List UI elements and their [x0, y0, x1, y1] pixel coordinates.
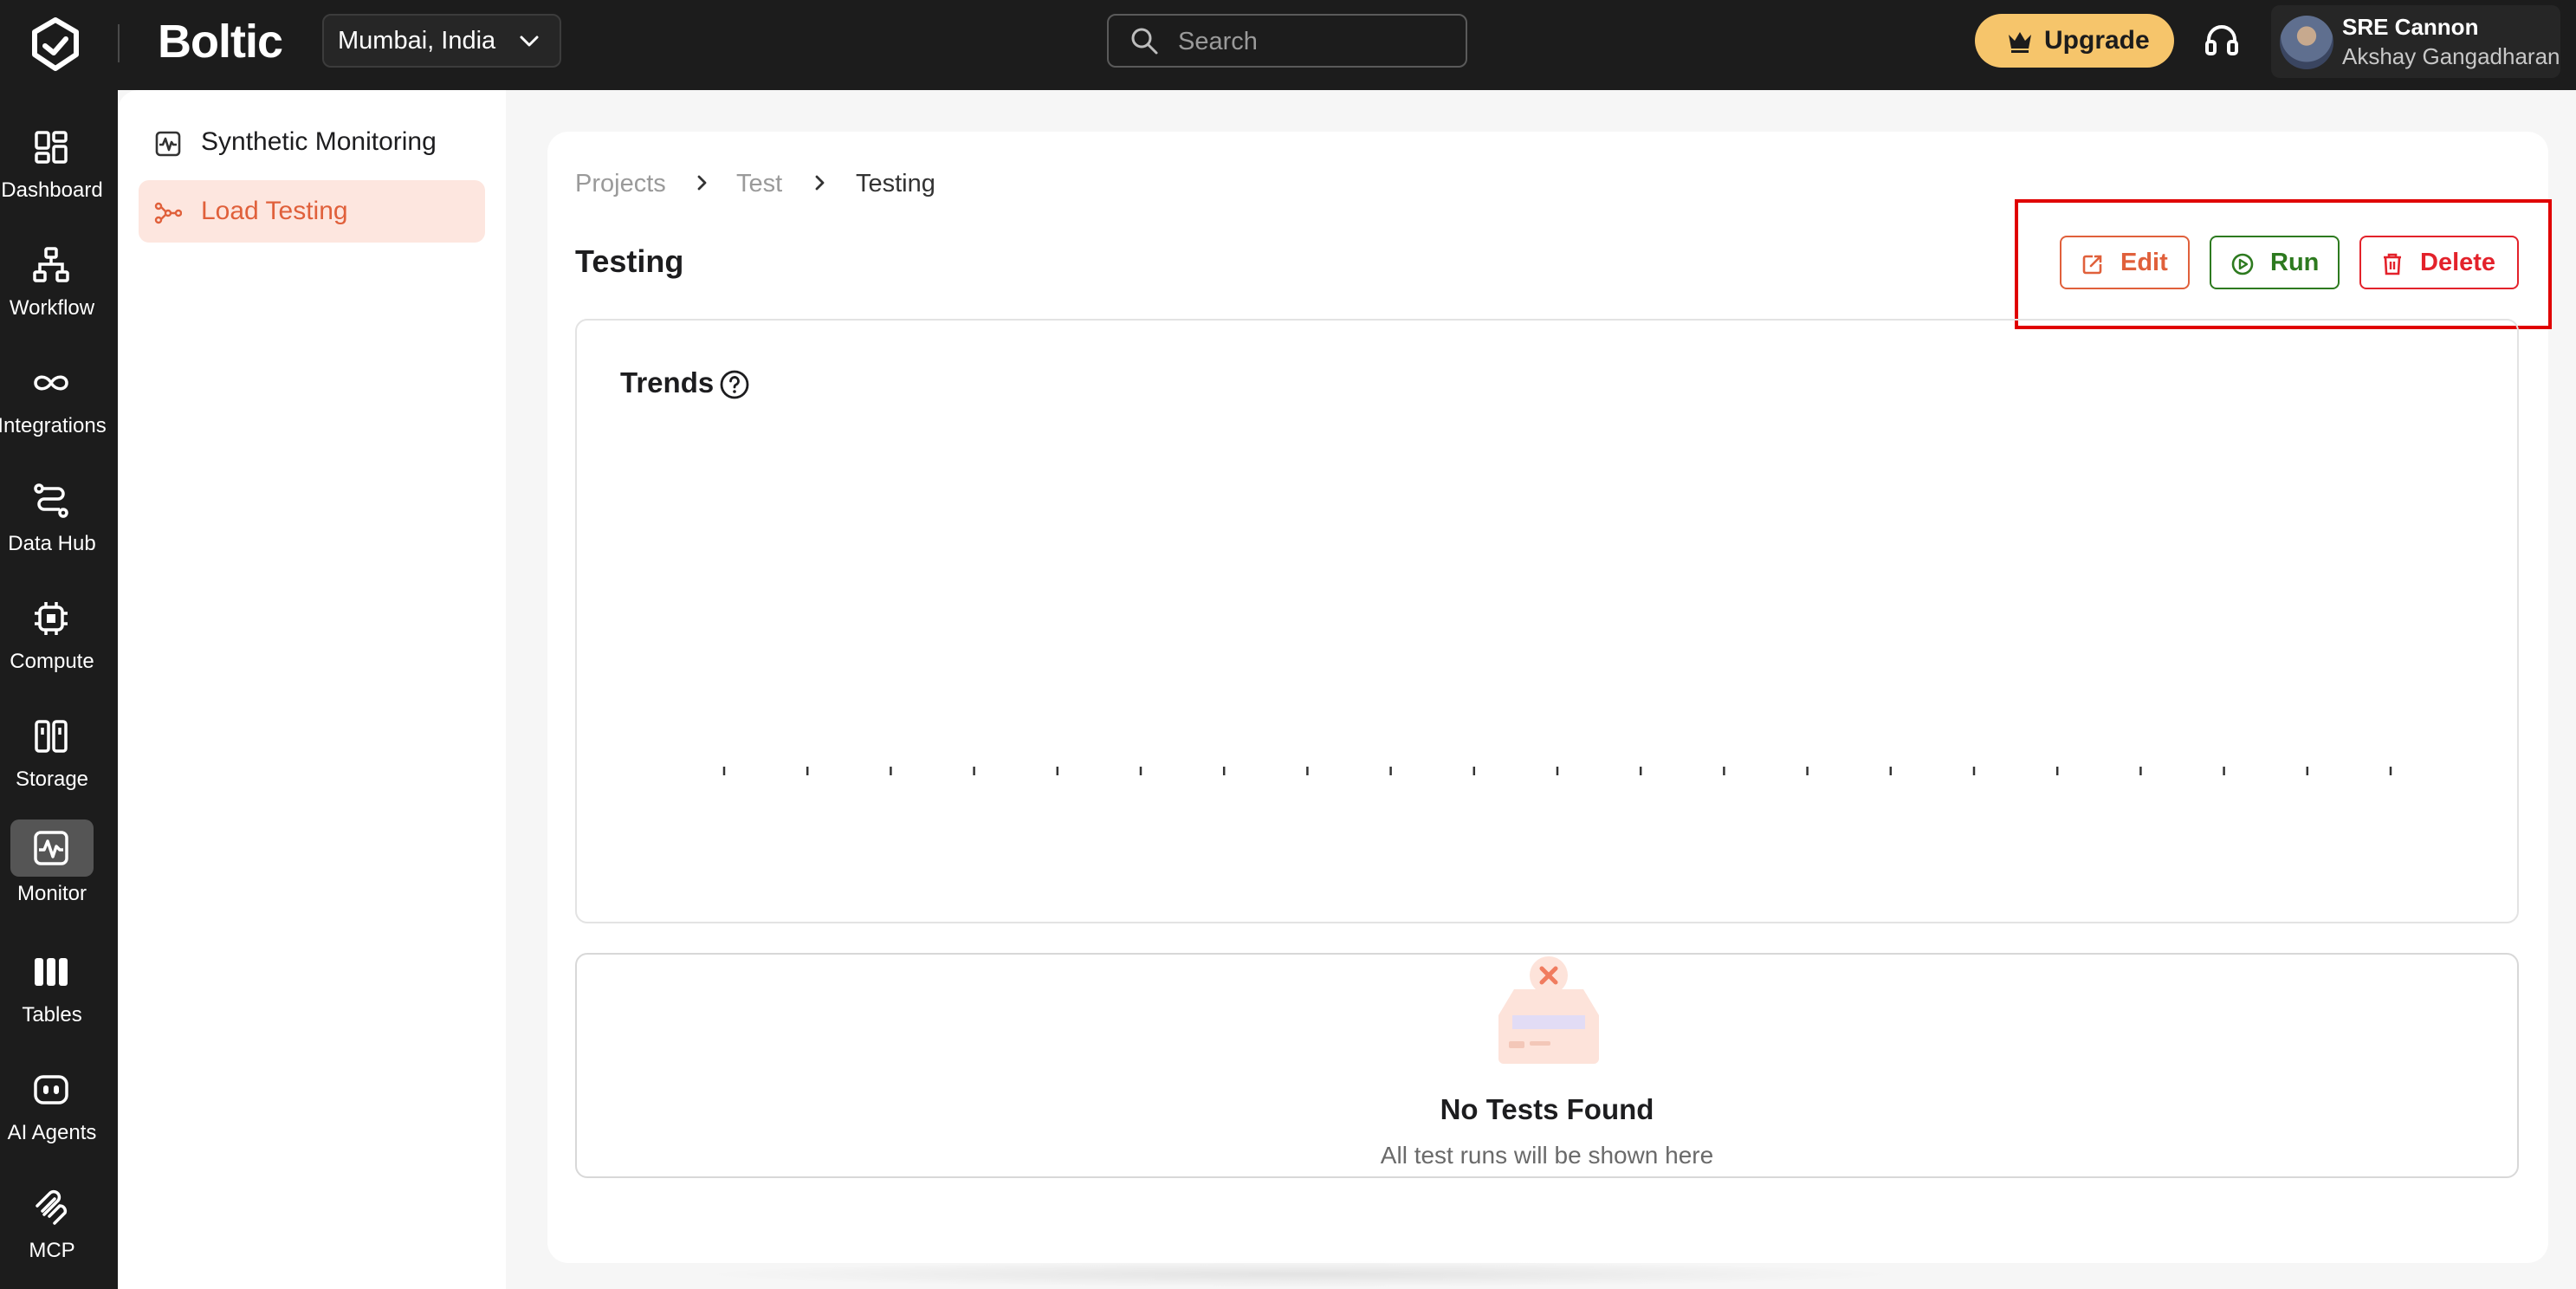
rail-item-storage[interactable]: Storage [0, 705, 118, 818]
subnav-label: Synthetic Monitoring [201, 127, 437, 156]
edit-button[interactable]: Edit [2060, 236, 2190, 289]
rail-label: Storage [15, 768, 89, 791]
rail-item-mcp[interactable]: MCP [0, 1176, 118, 1289]
breadcrumb-test[interactable]: Test [736, 166, 782, 201]
ai-agents-icon [34, 1075, 68, 1104]
rail-label: Tables [22, 1003, 82, 1027]
rail-label: Monitor [16, 882, 87, 905]
rail-item-dashboard[interactable]: Dashboard [0, 116, 118, 229]
boltic-logo-icon[interactable] [26, 15, 85, 74]
rail-item-workflow[interactable]: Workflow [0, 234, 118, 347]
tests-panel: No Tests Found All test runs will be sho… [575, 953, 2519, 1178]
user-name: SRE Cannon [2342, 14, 2479, 40]
dashboard-icon [35, 131, 68, 164]
upgrade-button[interactable]: Upgrade [1975, 14, 2174, 68]
run-label: Run [2270, 249, 2320, 276]
delete-label: Delete [2420, 249, 2496, 276]
empty-state-title: No Tests Found [1440, 1093, 1654, 1125]
search-icon [1131, 28, 1158, 55]
play-circle-icon [2231, 253, 2254, 275]
mcp-icon [36, 1189, 68, 1225]
compute-icon [35, 602, 68, 635]
primary-nav-rail: Dashboard Workflow Integrations Data Hub… [0, 90, 118, 1289]
rail-label: Integrations [0, 414, 107, 437]
bottom-shadow [693, 1261, 1906, 1287]
delete-button[interactable]: Delete [2359, 236, 2519, 289]
rail-label: Workflow [9, 296, 95, 320]
monitor-subnav: Synthetic Monitoring Load Testing [118, 90, 506, 1289]
chevron-down-icon [520, 36, 539, 47]
page-title: Testing [575, 243, 684, 279]
top-bar: Boltic Mumbai, India Upgrade SRE Cannon … [0, 0, 2576, 90]
rail-item-monitor[interactable]: Monitor [0, 819, 118, 932]
upgrade-label: Upgrade [2044, 26, 2150, 55]
region-selector[interactable]: Mumbai, India [322, 14, 561, 68]
trends-chart [722, 767, 2392, 775]
empty-state-subtitle: All test runs will be shown here [1380, 1142, 1714, 1169]
tables-icon [35, 958, 68, 986]
brand-name: Boltic [158, 16, 283, 68]
search-box[interactable] [1107, 14, 1467, 68]
trash-icon [2384, 253, 2401, 275]
rail-item-integrations[interactable]: Integrations [0, 352, 118, 464]
rail-label: Compute [10, 650, 94, 673]
region-label: Mumbai, India [338, 27, 496, 55]
user-profile[interactable]: SRE Cannon Akshay Gangadharan [2271, 5, 2560, 78]
chevron-right-icon [815, 175, 825, 191]
subnav-item-load-testing[interactable]: Load Testing [139, 180, 485, 243]
monitor-icon [34, 831, 68, 865]
breadcrumb-projects[interactable]: Projects [575, 166, 666, 201]
subnav-item-synthetic-monitoring[interactable]: Synthetic Monitoring [139, 111, 485, 173]
synthetic-monitoring-icon [155, 131, 181, 157]
rail-label: Data Hub [8, 532, 96, 555]
workflow-icon [33, 247, 69, 282]
rail-item-ai-agents[interactable]: AI Agents [0, 1059, 118, 1171]
user-subtitle: Akshay Gangadharan [2342, 43, 2560, 69]
breadcrumb-current: Testing [856, 170, 935, 198]
chevron-right-icon [697, 175, 707, 191]
integrations-icon [34, 375, 68, 391]
edit-icon [2082, 255, 2102, 275]
trends-panel: Trends [575, 319, 2519, 923]
rail-label: AI Agents [7, 1121, 97, 1144]
search-input[interactable] [1176, 21, 1457, 62]
rail-item-compute[interactable]: Compute [0, 587, 118, 700]
data-hub-icon [34, 483, 68, 518]
trends-title: Trends [620, 366, 715, 398]
avatar [2280, 16, 2333, 69]
rail-label: MCP [29, 1239, 75, 1262]
rail-label: Dashboard [1, 178, 103, 202]
logo-divider [118, 24, 120, 62]
load-testing-icon [154, 202, 182, 224]
storage-icon [35, 720, 68, 753]
run-button[interactable]: Run [2210, 236, 2340, 289]
empty-inbox-icon [1498, 956, 1599, 1064]
crown-icon [2009, 32, 2031, 53]
rail-item-tables[interactable]: Tables [0, 941, 118, 1053]
headset-icon[interactable] [2202, 21, 2242, 61]
edit-label: Edit [2120, 249, 2168, 276]
help-icon[interactable] [719, 369, 750, 400]
subnav-label: Load Testing [201, 197, 348, 225]
rail-item-data-hub[interactable]: Data Hub [0, 470, 118, 582]
